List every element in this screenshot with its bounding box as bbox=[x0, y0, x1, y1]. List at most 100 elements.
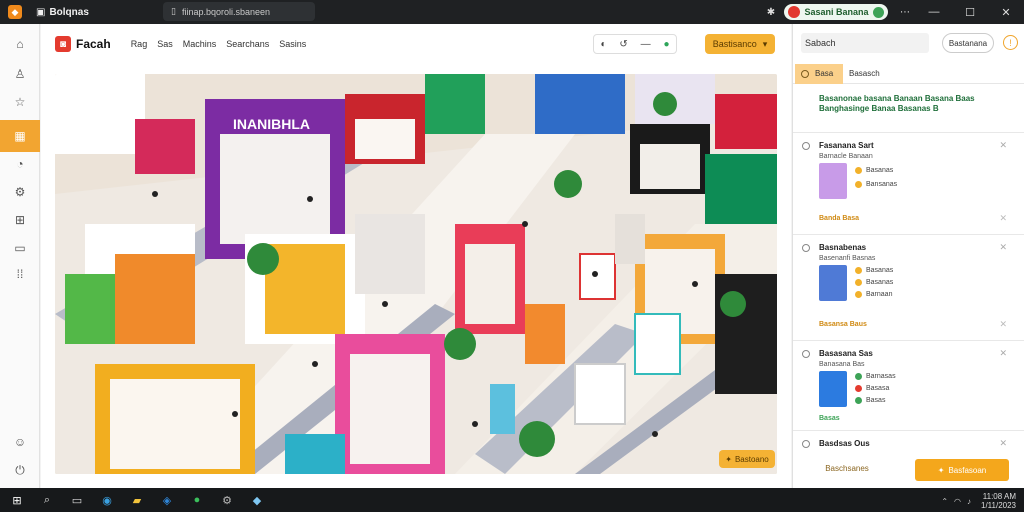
card-footer: Banda Basa bbox=[819, 215, 860, 222]
wifi-icon[interactable]: ◠ bbox=[954, 497, 961, 506]
address-text: fiinap.bqoroli.sbaneen bbox=[181, 6, 271, 17]
nav-help-icon[interactable]: ☺ bbox=[0, 430, 40, 454]
app-icon[interactable]: ◆ bbox=[242, 494, 272, 507]
card-stat-label: Barnaan bbox=[866, 291, 893, 298]
close-icon[interactable]: ✕ bbox=[999, 319, 1007, 330]
menu-item[interactable]: Rag bbox=[131, 39, 148, 49]
card-radio-icon[interactable] bbox=[802, 440, 810, 448]
close-icon[interactable]: ✕ bbox=[999, 242, 1007, 253]
store-sign: INANIBHLA bbox=[233, 116, 310, 132]
clock[interactable]: 11:08 AM 1/11/2023 bbox=[981, 492, 1016, 510]
cancel-button[interactable]: Baschsanes bbox=[817, 459, 877, 477]
edge-icon[interactable]: ◉ bbox=[92, 494, 122, 507]
address-bar[interactable]: ▯ fiinap.bqoroli.sbaneen bbox=[163, 2, 315, 21]
minimize-button[interactable]: — bbox=[916, 6, 952, 18]
menu-item[interactable]: Sas bbox=[157, 39, 173, 49]
nav-grid-icon[interactable]: ⊞ bbox=[0, 208, 40, 232]
tab-label: Basasch bbox=[849, 69, 880, 78]
scene-action-label: Bastoano bbox=[734, 454, 769, 464]
menu-item[interactable]: Machins bbox=[183, 39, 217, 49]
nav-star-icon[interactable]: ☆ bbox=[0, 90, 40, 114]
minus-icon[interactable]: — bbox=[641, 39, 651, 50]
result-card[interactable]: Basasana Sas ✕ Banasana Bas Barnasas Bas… bbox=[793, 340, 1024, 436]
chevron-up-icon[interactable]: ⌃ bbox=[941, 497, 948, 506]
maximize-button[interactable]: ☐ bbox=[952, 6, 988, 19]
card-stat: Basasa bbox=[855, 385, 889, 392]
search-icon[interactable]: ⌕ bbox=[32, 494, 62, 507]
close-icon[interactable]: ✕ bbox=[999, 438, 1007, 449]
nav-home-icon[interactable]: ⌂ bbox=[0, 32, 40, 56]
tab-basa[interactable]: Basa bbox=[795, 63, 843, 84]
profile-label: Sasani Banana bbox=[804, 7, 869, 17]
title-bar: ◆ ▣ Bolqnas ▯ fiinap.bqoroli.sbaneen ✱ S… bbox=[0, 0, 1024, 24]
close-icon[interactable]: ✕ bbox=[999, 140, 1007, 151]
taskview-icon[interactable]: ▭ bbox=[62, 494, 92, 507]
summary-text: Basanonae basana Banaan Basana Baas Bang… bbox=[819, 94, 975, 113]
brand[interactable]: ◙ Facah bbox=[55, 36, 111, 52]
main-header: ◙ Facah Rag Sas Machins Searchans Sasins… bbox=[41, 24, 791, 64]
start-icon[interactable]: ⊞ bbox=[2, 494, 32, 507]
app-name: Bolqnas bbox=[49, 6, 89, 18]
clock-time: 11:08 AM bbox=[982, 492, 1016, 501]
card-title: Fasanana Sart bbox=[819, 141, 874, 150]
extensions-icon[interactable]: ✱ bbox=[764, 7, 778, 18]
search-input[interactable] bbox=[801, 33, 929, 53]
bullet-icon bbox=[855, 181, 862, 188]
left-sidebar: ⌂ ♙ ☆ ▦ ◔ ⚙ ⊞ ▭ ⁞⁞ ☺ ⏻ bbox=[0, 24, 40, 488]
nav-chart-icon[interactable]: ◔ bbox=[0, 152, 40, 176]
card-stat-label: Basanas bbox=[866, 279, 894, 286]
card-stat-label: Bansanas bbox=[866, 181, 898, 188]
tab-basasch[interactable]: Basasch bbox=[843, 64, 886, 84]
folder-icon[interactable]: ▰ bbox=[122, 494, 152, 507]
result-card[interactable]: Fasanana Sart ✕ Barnacle Banaan Basanas … bbox=[793, 132, 1024, 234]
card-thumbnail bbox=[819, 371, 847, 407]
store-icon[interactable]: ◈ bbox=[152, 494, 182, 507]
primary-dropdown-button[interactable]: Bastisanco ▾ bbox=[705, 34, 775, 54]
nav-apps-icon[interactable]: ⁞⁞ bbox=[0, 262, 40, 286]
settings-icon[interactable]: ⚙ bbox=[212, 494, 242, 507]
result-card[interactable]: Basnabenas ✕ Basenanfi Basnas Basanas Ba… bbox=[793, 234, 1024, 340]
volume-icon[interactable]: ♪ bbox=[967, 497, 971, 506]
card-radio-icon[interactable] bbox=[802, 142, 810, 150]
brand-logo-icon: ◙ bbox=[55, 36, 71, 52]
chat-icon[interactable]: ● bbox=[182, 494, 212, 506]
nav-user-icon[interactable]: ♙ bbox=[0, 62, 40, 86]
status-dot-icon[interactable]: ● bbox=[664, 39, 670, 50]
menu-item[interactable]: Searchans bbox=[226, 39, 269, 49]
card-stat-label: Basanas bbox=[866, 267, 894, 274]
bullet-icon bbox=[855, 291, 862, 298]
main-panel: ◙ Facah Rag Sas Machins Searchans Sasins… bbox=[41, 24, 791, 488]
close-button[interactable]: ✕ bbox=[988, 6, 1024, 19]
nav-power-icon[interactable]: ⏻ bbox=[0, 458, 40, 482]
last-item-title: Basdsas Ous bbox=[819, 439, 870, 448]
profile-pill[interactable]: Sasani Banana bbox=[784, 4, 888, 20]
card-radio-icon[interactable] bbox=[802, 244, 810, 252]
nav-settings-icon[interactable]: ⚙ bbox=[0, 180, 40, 204]
app-title: ▣ Bolqnas bbox=[36, 7, 89, 18]
more-icon[interactable]: ⋯ bbox=[898, 7, 912, 18]
close-icon[interactable]: ✕ bbox=[999, 348, 1007, 359]
mall-scene-image[interactable]: INANIBHLA ✦ Bastoano bbox=[55, 74, 777, 474]
nav-store-icon[interactable]: ▦ bbox=[0, 120, 40, 152]
close-icon[interactable]: ✕ bbox=[999, 213, 1007, 224]
card-radio-icon[interactable] bbox=[802, 350, 810, 358]
bullet-icon bbox=[855, 279, 862, 286]
card-stat-label: Basasa bbox=[866, 385, 890, 392]
card-subtitle: Banasana Bas bbox=[819, 361, 865, 368]
contrast-icon[interactable]: ◐ bbox=[600, 39, 606, 50]
nav-layers-icon[interactable]: ▭ bbox=[0, 236, 40, 260]
app-logo-icon: ◆ bbox=[8, 5, 22, 19]
page-icon: ▯ bbox=[171, 6, 176, 16]
info-icon[interactable]: ! bbox=[1003, 35, 1018, 50]
menu-item[interactable]: Sasins bbox=[279, 39, 306, 49]
confirm-button[interactable]: ✦ Basfasoan bbox=[915, 459, 1009, 481]
scene-action-button[interactable]: ✦ Bastoano bbox=[719, 450, 775, 468]
refresh-icon[interactable]: ↺ bbox=[619, 39, 627, 50]
chevron-down-icon: ▾ bbox=[762, 38, 768, 49]
system-tray: ⌃ ◠ ♪ 11:08 AM 1/11/2023 bbox=[935, 492, 1016, 510]
tab-label: Basa bbox=[815, 69, 834, 78]
clock-date: 1/11/2023 bbox=[981, 501, 1016, 510]
outline-button[interactable]: Bastanana bbox=[942, 33, 994, 53]
card-title: Basasana Sas bbox=[819, 349, 873, 358]
shield-icon bbox=[873, 6, 884, 18]
